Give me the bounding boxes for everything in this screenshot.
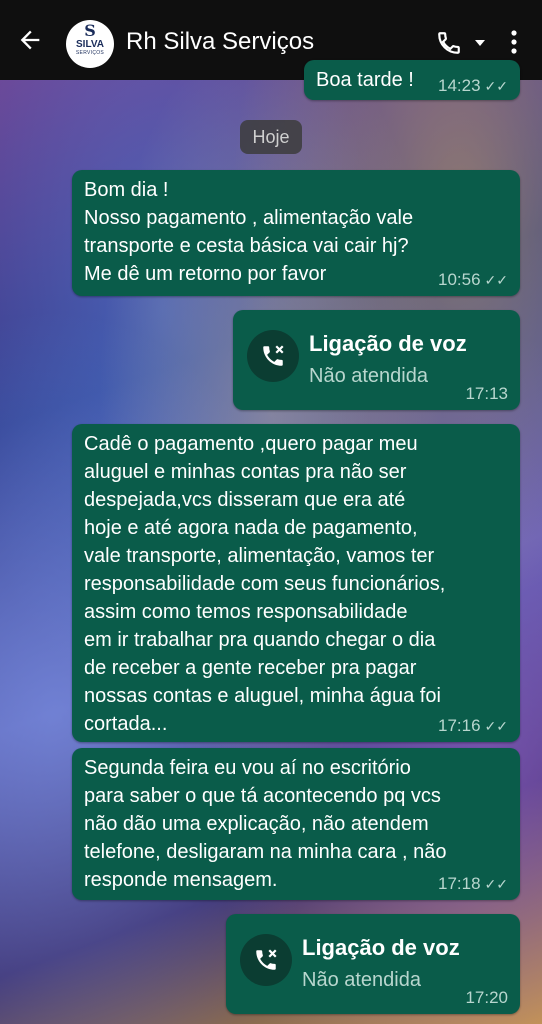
contact-avatar[interactable]: S SILVA SERVIÇOS	[66, 20, 114, 68]
message-meta: 17:16 ✓✓	[438, 716, 508, 736]
call-title: Ligação de voz	[302, 935, 460, 960]
read-ticks-icon: ✓✓	[484, 272, 508, 288]
missed-call-phone-icon	[263, 345, 284, 366]
message-meta: 17:18 ✓✓	[438, 874, 508, 894]
call-icon-circle	[247, 330, 299, 382]
message-meta: 14:23 ✓✓	[438, 76, 508, 96]
message-bubble-outgoing[interactable]: Cadê o pagamento ,quero pagar meu alugue…	[72, 424, 520, 742]
avatar-sub: SERVIÇOS	[75, 50, 105, 56]
read-ticks-icon: ✓✓	[484, 78, 508, 94]
read-ticks-icon: ✓✓	[484, 718, 508, 734]
message-meta: 17:13	[465, 384, 508, 404]
message-time: 10:56	[437, 270, 481, 289]
back-arrow-icon[interactable]	[16, 26, 44, 54]
call-icon-circle	[240, 934, 292, 986]
contact-name[interactable]: Rh Silva Serviços	[126, 28, 314, 56]
missed-call-bubble[interactable]: Ligação de voz Não atendida 17:20	[226, 914, 520, 1014]
avatar-name: SILVA	[76, 39, 104, 50]
message-text: Segunda feira eu vou aí no escritório pa…	[84, 757, 447, 891]
more-vert-icon[interactable]	[506, 28, 522, 56]
call-title: Ligação de voz	[309, 331, 467, 356]
message-time: 14:23	[437, 76, 481, 95]
call-status: Não atendida	[309, 365, 428, 387]
message-bubble-outgoing[interactable]: Bom dia ! Nosso pagamento , alimentação …	[72, 170, 520, 296]
message-text: Boa tarde !	[316, 69, 414, 91]
message-bubble-outgoing[interactable]: Segunda feira eu vou aí no escritório pa…	[72, 748, 520, 900]
call-status: Não atendida	[302, 969, 421, 991]
message-time: 17:13	[465, 384, 508, 403]
message-bubble-outgoing[interactable]: Boa tarde ! 14:23 ✓✓	[304, 60, 520, 100]
date-chip: Hoje	[240, 120, 302, 154]
read-ticks-icon: ✓✓	[484, 876, 508, 892]
message-time: 17:16	[437, 716, 481, 735]
missed-call-bubble[interactable]: Ligação de voz Não atendida 17:13	[233, 310, 520, 410]
message-time: 17:18	[437, 874, 481, 893]
missed-call-phone-icon	[256, 949, 277, 970]
phone-icon[interactable]	[436, 30, 462, 56]
chevron-down-icon[interactable]	[474, 38, 486, 48]
avatar-letter: S	[84, 21, 96, 40]
message-meta: 10:56 ✓✓	[438, 270, 508, 290]
message-time: 17:20	[465, 988, 508, 1007]
message-meta: 17:20	[465, 988, 508, 1008]
message-text: Cadê o pagamento ,quero pagar meu alugue…	[84, 433, 446, 735]
